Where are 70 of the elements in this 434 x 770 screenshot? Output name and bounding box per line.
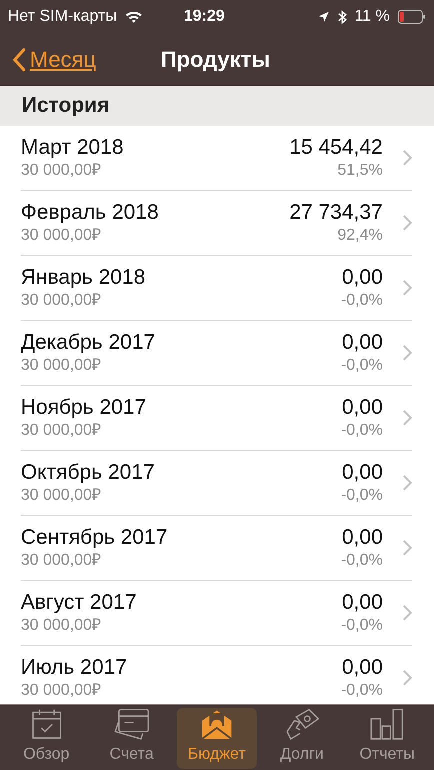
month-label: Сентябрь 2017: [21, 525, 169, 551]
spent-amount: 0,00: [342, 395, 383, 421]
history-row[interactable]: Январь 2018 30 000,00₽ 0,00 -0,0%: [0, 256, 434, 321]
budget-amount: 30 000,00₽: [21, 486, 102, 506]
history-row[interactable]: Октябрь 2017 30 000,00₽ 0,00 -0,0%: [0, 451, 434, 516]
clock: 19:29: [184, 7, 225, 27]
location-arrow-icon: [318, 11, 330, 23]
tab[interactable]: Долги: [262, 708, 342, 769]
screen-title: Продукты: [161, 46, 270, 74]
budget-amount: 30 000,00₽: [21, 421, 102, 441]
chevron-right-icon: [403, 345, 412, 361]
wifi-icon: [125, 10, 144, 24]
month-label: Февраль 2018: [21, 200, 160, 226]
chevron-right-icon: [403, 280, 412, 296]
tab[interactable]: Обзор: [6, 708, 87, 769]
battery-icon: [398, 10, 426, 24]
history-row[interactable]: Февраль 2018 30 000,00₽ 27 734,37 92,4%: [0, 191, 434, 256]
spent-amount: 15 454,42: [290, 135, 383, 161]
chevron-right-icon: [403, 150, 412, 166]
chevron-right-icon: [403, 670, 412, 686]
chevron-right-icon: [403, 540, 412, 556]
percent-label: 92,4%: [338, 226, 383, 246]
credit-cards-icon: [112, 708, 152, 741]
percent-label: 51,5%: [338, 161, 383, 181]
spent-amount: 0,00: [342, 330, 383, 356]
budget-amount: 30 000,00₽: [21, 356, 102, 376]
budget-amount: 30 000,00₽: [21, 551, 102, 571]
chevron-left-icon: [12, 48, 26, 72]
budget-amount: 30 000,00₽: [21, 681, 102, 701]
tab[interactable]: Отчеты: [347, 708, 428, 769]
spent-amount: 0,00: [342, 525, 383, 551]
history-row[interactable]: Декабрь 2017 30 000,00₽ 0,00 -0,0%: [0, 321, 434, 386]
tab[interactable]: Счета: [92, 708, 172, 769]
spent-amount: 27 734,37: [290, 200, 383, 226]
history-row[interactable]: Март 2018 30 000,00₽ 15 454,42 51,5%: [0, 126, 434, 191]
month-label: Август 2017: [21, 590, 138, 616]
bluetooth-icon: [338, 10, 347, 24]
budget-amount: 30 000,00₽: [21, 291, 102, 311]
chevron-right-icon: [403, 410, 412, 426]
section-title: История: [22, 93, 110, 120]
budget-amount: 30 000,00₽: [21, 161, 102, 181]
percent-label: -0,0%: [341, 421, 383, 441]
history-row[interactable]: Ноябрь 2017 30 000,00₽ 0,00 -0,0%: [0, 386, 434, 451]
carrier-label: Нет SIM-карты: [8, 7, 118, 27]
back-link[interactable]: Месяц: [0, 43, 96, 76]
percent-label: -0,0%: [341, 291, 383, 311]
month-label: Март 2018: [21, 135, 125, 161]
budget-amount: 30 000,00₽: [21, 226, 102, 246]
spent-amount: 0,00: [342, 655, 383, 681]
history-row[interactable]: Август 2017 30 000,00₽ 0,00 -0,0%: [0, 581, 434, 646]
spent-amount: 0,00: [342, 460, 383, 486]
history-row[interactable]: Сентябрь 2017 30 000,00₽ 0,00 -0,0%: [0, 516, 434, 581]
percent-label: -0,0%: [341, 681, 383, 701]
month-label: Ноябрь 2017: [21, 395, 148, 421]
budget-amount: 30 000,00₽: [21, 616, 102, 636]
chevron-right-icon: [403, 215, 412, 231]
month-label: Декабрь 2017: [21, 330, 156, 356]
chevron-right-icon: [403, 605, 412, 621]
percent-label: -0,0%: [341, 551, 383, 571]
month-label: Июль 2017: [21, 655, 128, 681]
tab[interactable]: Бюджет: [176, 708, 257, 769]
spent-amount: 0,00: [342, 590, 383, 616]
spent-amount: 0,00: [342, 265, 383, 291]
percent-label: -0,0%: [341, 616, 383, 636]
month-label: Январь 2018: [21, 265, 147, 291]
percent-label: -0,0%: [341, 356, 383, 376]
month-label: Октябрь 2017: [21, 460, 156, 486]
percent-label: -0,0%: [341, 486, 383, 506]
battery-percent: 11 %: [354, 7, 390, 27]
chevron-right-icon: [403, 475, 412, 491]
